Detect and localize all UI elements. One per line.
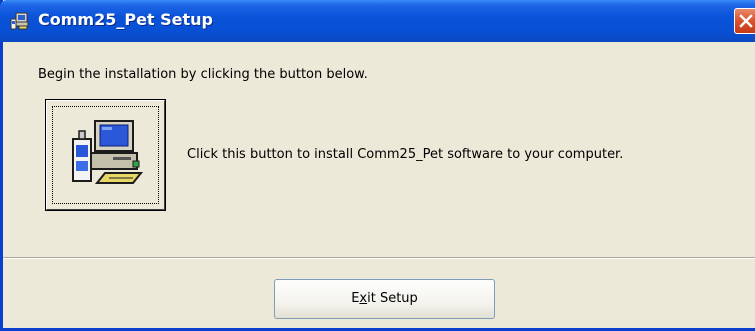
- close-icon: [739, 14, 753, 28]
- window-title: Comm25_Pet Setup: [38, 10, 214, 29]
- setup-computer-icon: [10, 11, 30, 31]
- setup-computer-icon: [72, 120, 144, 184]
- title-bar[interactable]: Comm25_Pet Setup: [0, 0, 755, 42]
- install-button[interactable]: [45, 99, 166, 211]
- instruction-text: Begin the installation by clicking the b…: [38, 67, 368, 82]
- exit-label-end: it Setup: [367, 291, 418, 306]
- install-caption: Click this button to install Comm25_Pet …: [187, 147, 624, 162]
- exit-setup-button[interactable]: Exit Setup: [274, 279, 495, 319]
- setup-window: Comm25_Pet Setup Begin the installation …: [0, 0, 755, 331]
- close-button[interactable]: [734, 8, 755, 34]
- exit-label-mnemonic: x: [359, 291, 368, 306]
- divider: [3, 257, 755, 259]
